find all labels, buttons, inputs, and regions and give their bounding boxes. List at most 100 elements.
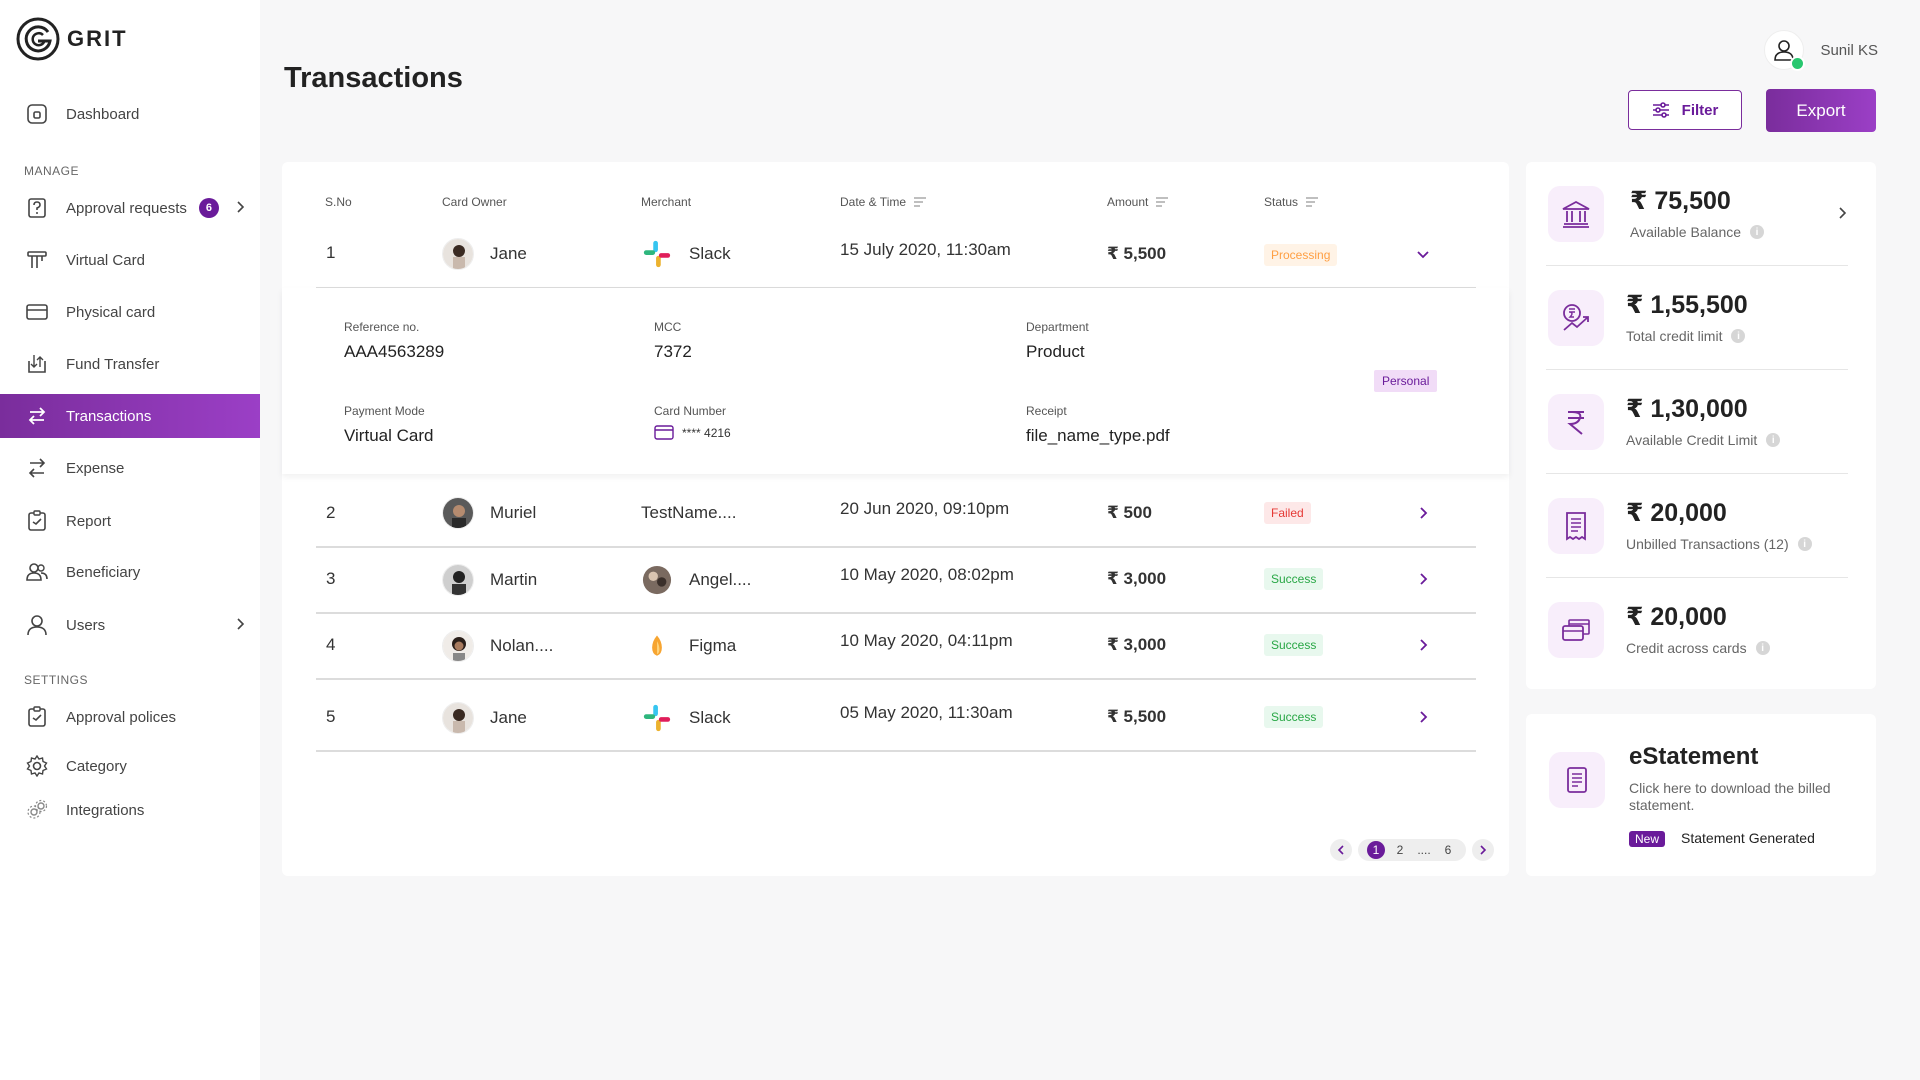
stat-available-credit-limit: ₹ 1,30,000 Available Credit Limit i [1546, 370, 1848, 474]
stat-value: ₹ 20,000 [1626, 603, 1727, 631]
slack-icon [641, 702, 673, 734]
mcc-label: MCC [654, 320, 682, 334]
sidebar-item-label: Physical card [66, 303, 156, 321]
card-icon [654, 425, 674, 440]
sidebar-item-physical-card[interactable]: Physical card [0, 290, 260, 334]
stat-label: Total credit limit i [1626, 328, 1746, 344]
section-label-manage: MANAGE [24, 164, 80, 178]
info-icon[interactable]: i [1766, 433, 1781, 447]
status-badge: Failed [1264, 502, 1311, 524]
info-icon[interactable]: i [1797, 537, 1812, 551]
row-sno: 2 [326, 503, 336, 522]
transaction-details-panel [282, 288, 1509, 474]
sidebar-item-transactions[interactable]: Transactions [0, 394, 260, 438]
merchant-cell: Figma [641, 630, 736, 662]
column-header-card-owner: Card Owner [442, 195, 507, 209]
user-name: Sunil KS [1820, 41, 1878, 59]
chevron-right-icon[interactable] [1414, 504, 1432, 522]
chevron-right-icon[interactable] [1834, 205, 1850, 221]
sidebar-item-users[interactable]: Users [0, 603, 260, 647]
avatar[interactable] [1764, 30, 1806, 71]
approval-icon [24, 195, 50, 221]
merchant-cell: TestName.... [641, 503, 737, 522]
sidebar-item-virtual-card[interactable]: Virtual Card [0, 238, 260, 282]
statement-icon [1549, 752, 1605, 808]
sidebar-item-fund-transfer[interactable]: Fund Transfer [0, 342, 260, 386]
info-icon[interactable]: i [1755, 641, 1770, 655]
date-time-cell: 05 May 2020, 11:30am [840, 703, 1013, 722]
stat-label: Credit across cards i [1626, 640, 1770, 656]
merchant-cell: Slack [641, 702, 731, 734]
pagination: 1 2 .... 6 [1330, 839, 1494, 861]
chevron-right-icon [237, 201, 245, 213]
card-number-value: **** 4216 [654, 425, 731, 440]
column-header-status[interactable]: Status [1264, 195, 1319, 209]
department-value: Product [1026, 342, 1085, 361]
info-icon[interactable]: i [1731, 329, 1746, 343]
payment-mode-label: Payment Mode [344, 404, 425, 418]
sidebar-item-category[interactable]: Category [0, 744, 260, 788]
expense-icon [24, 455, 50, 481]
page-number[interactable]: 6 [1436, 843, 1460, 857]
rupee-icon [1548, 394, 1604, 450]
bank-icon [1548, 186, 1604, 242]
receipt-link[interactable]: file_name_type.pdf [1026, 426, 1170, 446]
row-divider [316, 678, 1476, 680]
estatement-description[interactable]: Click here to download the billed statem… [1629, 780, 1869, 814]
slack-icon [641, 238, 673, 270]
column-header-amount[interactable]: Amount [1107, 195, 1169, 209]
estatement-title: eStatement [1629, 743, 1759, 770]
page-number[interactable]: 1 [1367, 841, 1385, 859]
filter-button-label: Filter [1681, 101, 1719, 119]
sidebar-item-label: Category [66, 757, 127, 775]
app-name: GRIT [67, 26, 128, 51]
fund-transfer-icon [24, 351, 50, 377]
merchant-avatar-icon [641, 564, 673, 596]
prev-page-button[interactable] [1330, 839, 1352, 861]
avatar [442, 497, 474, 529]
page-number[interactable]: 2 [1388, 843, 1412, 857]
app-logo[interactable]: GRIT [15, 16, 128, 62]
statement-status: Statement Generated [1681, 830, 1815, 846]
grit-logo-icon [16, 17, 60, 61]
receipt-label: Receipt [1026, 404, 1067, 418]
page-title: Transactions [284, 62, 463, 94]
card-owner-cell: Jane [442, 702, 527, 734]
chevron-right-icon[interactable] [1414, 570, 1432, 588]
sidebar-item-label: Fund Transfer [66, 355, 160, 373]
column-header-date-time[interactable]: Date & Time [840, 195, 927, 209]
sidebar-item-dashboard[interactable]: Dashboard [0, 92, 260, 136]
info-icon[interactable]: i [1750, 225, 1765, 239]
sidebar-item-report[interactable]: Report [0, 499, 260, 543]
sidebar-item-label: Approval polices [66, 708, 177, 726]
card-owner-cell: Jane [442, 238, 527, 270]
sidebar-item-integrations[interactable]: Integrations [0, 788, 260, 832]
approval-policies-icon [24, 704, 50, 730]
receipt-icon [1548, 498, 1604, 554]
amount-cell: ₹ 500 [1107, 503, 1152, 522]
report-icon [24, 508, 50, 534]
export-button[interactable]: Export [1766, 89, 1876, 132]
sidebar-item-expense[interactable]: Expense [0, 446, 260, 490]
avatar [442, 564, 474, 596]
sidebar-item-label: Report [66, 512, 112, 530]
chevron-right-icon[interactable] [1414, 708, 1432, 726]
sidebar-item-approval-requests[interactable]: Approval requests 6 [0, 186, 260, 230]
sidebar-item-approval-polices[interactable]: Approval polices [0, 695, 260, 739]
user-menu[interactable]: Sunil KS [1764, 30, 1878, 71]
stat-label: Available Balance i [1630, 224, 1765, 240]
transactions-icon [24, 403, 50, 429]
filter-icon [1652, 102, 1669, 118]
stat-available-balance[interactable]: ₹ 75,500 Available Balance i [1546, 162, 1848, 266]
filter-button[interactable]: Filter [1628, 90, 1742, 130]
cards-icon [1548, 602, 1604, 658]
chevron-right-icon [237, 618, 245, 630]
next-page-button[interactable] [1472, 839, 1494, 861]
row-sno: 4 [326, 635, 336, 654]
export-button-label: Export [1796, 100, 1846, 120]
merchant-cell: Slack [641, 238, 731, 270]
sidebar-item-beneficiary[interactable]: Beneficiary [0, 550, 260, 594]
chevron-right-icon[interactable] [1414, 636, 1432, 654]
page-list: 1 2 .... 6 [1358, 839, 1466, 861]
chevron-down-icon[interactable] [1414, 246, 1432, 264]
